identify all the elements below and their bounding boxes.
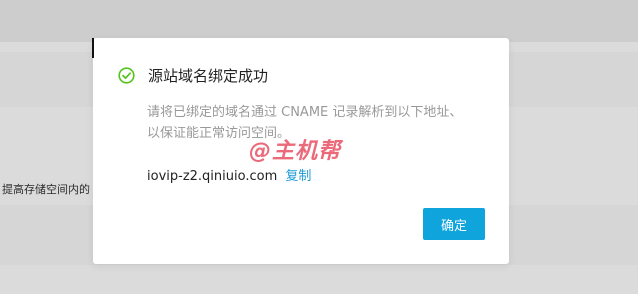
check-circle-icon [118,66,135,84]
dialog-title: 源站域名绑定成功 [148,66,269,85]
success-dialog: 源站域名绑定成功 请将已绑定的域名通过 CNAME 记录解析到以下地址、以保证能… [92,38,509,264]
text-cursor [92,38,94,58]
dialog-description: 请将已绑定的域名通过 CNAME 记录解析到以下地址、以保证能正常访问空间。 [147,105,463,141]
copy-link[interactable]: 复制 [285,169,311,184]
dialog-header: 源站域名绑定成功 [118,64,268,86]
cname-domain: iovip-z2.qiniuio.com [147,169,278,184]
cname-row: iovip-z2.qiniuio.com 复制 [147,165,311,184]
confirm-button[interactable]: 确定 [423,208,485,240]
